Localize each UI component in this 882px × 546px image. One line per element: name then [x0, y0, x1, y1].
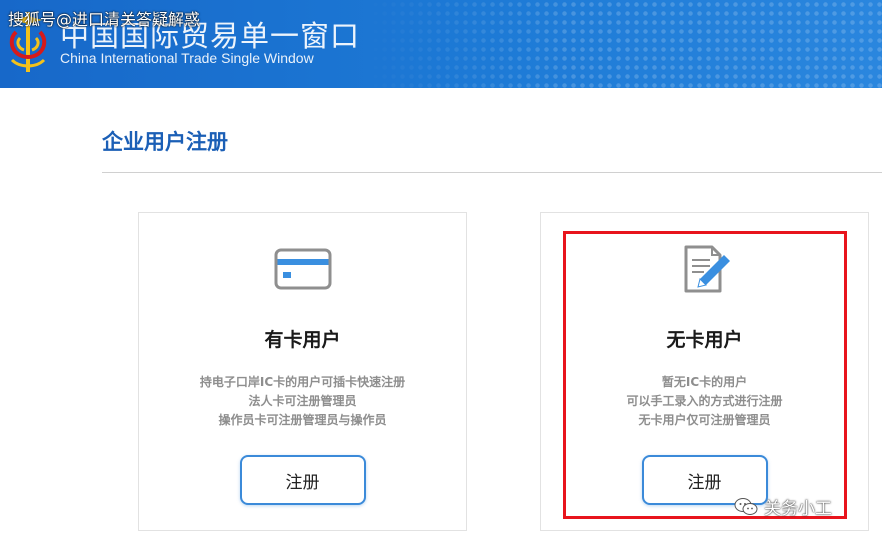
- site-title-en: China International Trade Single Window: [60, 50, 314, 66]
- card-desc-line: 持电子口岸IC卡的用户可插卡快速注册: [199, 375, 406, 389]
- card-desc-line: 可以手工录入的方式进行注册: [626, 394, 783, 408]
- card-with-ic-card: 有卡用户 持电子口岸IC卡的用户可插卡快速注册 法人卡可注册管理员 操作员卡可注…: [138, 212, 467, 531]
- wechat-account-name: 关务小工: [764, 499, 832, 519]
- card-desc-line: 法人卡可注册管理员: [248, 394, 357, 408]
- card-description: 持电子口岸IC卡的用户可插卡快速注册 法人卡可注册管理员 操作员卡可注册管理员与…: [139, 373, 466, 430]
- manual-entry-icon: [684, 245, 730, 293]
- card-title: 无卡用户: [666, 329, 743, 351]
- heading-divider: [102, 172, 882, 173]
- wechat-watermark: 关务小工: [734, 494, 832, 519]
- card-title: 有卡用户: [264, 329, 341, 351]
- page-title: 企业用户注册: [102, 130, 228, 154]
- card-desc-line: 暂无IC卡的用户: [661, 375, 748, 389]
- register-with-card-button[interactable]: 注册: [239, 455, 366, 505]
- card-desc-line: 操作员卡可注册管理员与操作员: [218, 413, 387, 427]
- card-desc-line: 无卡用户仅可注册管理员: [638, 413, 771, 427]
- world-map-dots: [362, 0, 882, 88]
- ic-card-icon: [274, 248, 331, 290]
- sohu-watermark: 搜狐号@进口清关答疑解惑: [8, 10, 201, 29]
- wechat-icon: [734, 497, 758, 515]
- card-description: 暂无IC卡的用户 可以手工录入的方式进行注册 无卡用户仅可注册管理员: [541, 373, 868, 430]
- card-without-ic-card: 无卡用户 暂无IC卡的用户 可以手工录入的方式进行注册 无卡用户仅可注册管理员 …: [540, 212, 869, 531]
